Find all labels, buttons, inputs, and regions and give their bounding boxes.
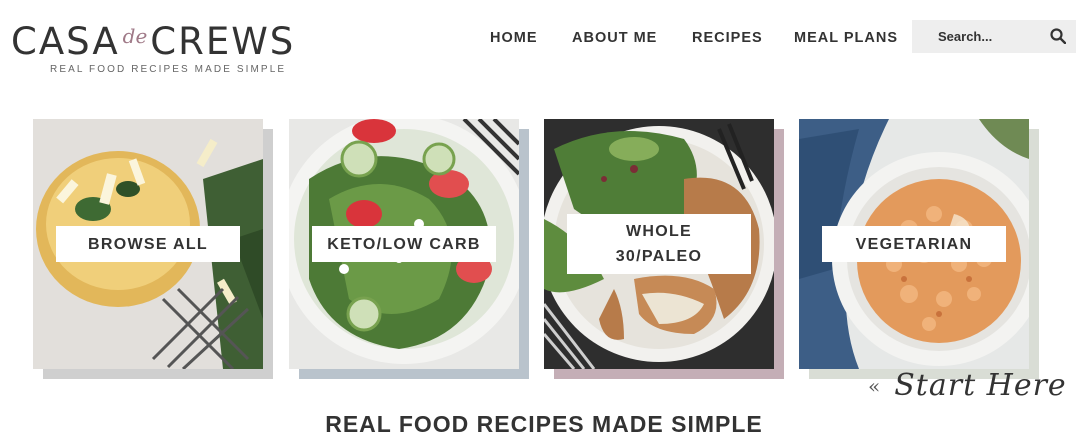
start-here-text: Start Here <box>894 368 1067 403</box>
category-label-whole30-paleo[interactable]: WHOLE 30/PALEO <box>567 214 751 274</box>
logo-tagline: REAL FOOD RECIPES MADE SIMPLE <box>50 64 287 75</box>
search-box <box>912 20 1076 53</box>
category-card-whole30-paleo[interactable]: WHOLE 30/PALEO <box>544 119 784 379</box>
category-label-line1: WHOLE 30/PALEO <box>615 223 703 265</box>
site-logo[interactable]: CASA de CREWS REAL FOOD RECIPES MADE SIM… <box>11 16 321 76</box>
chevron-left-double-icon: « <box>868 373 881 398</box>
nav-meal-plans[interactable]: MEAL PLANS <box>794 30 898 46</box>
section-heading: REAL FOOD RECIPES MADE SIMPLE <box>325 411 763 437</box>
logo-de: de <box>122 24 148 48</box>
logo-casa: CASA <box>11 20 120 63</box>
nav-home[interactable]: HOME <box>490 30 538 46</box>
nav-about-me[interactable]: ABOUT ME <box>572 30 657 46</box>
category-label-keto-low-carb[interactable]: KETO/LOW CARB <box>312 226 496 262</box>
logo-crews: CREWS <box>150 20 296 63</box>
category-card-browse-all[interactable]: BROWSE ALL <box>33 119 273 379</box>
search-input[interactable] <box>938 29 1058 44</box>
category-card-vegetarian[interactable]: VEGETARIAN <box>799 119 1039 379</box>
category-card-keto-low-carb[interactable]: KETO/LOW CARB <box>289 119 529 379</box>
search-icon[interactable] <box>1050 28 1066 44</box>
start-here-link[interactable]: « Start Here <box>868 368 1067 403</box>
category-label-vegetarian[interactable]: VEGETARIAN <box>822 226 1006 262</box>
nav-recipes[interactable]: RECIPES <box>692 30 763 46</box>
logo-wordmark: CASA de CREWS <box>11 16 321 62</box>
category-label-browse-all[interactable]: BROWSE ALL <box>56 226 240 262</box>
